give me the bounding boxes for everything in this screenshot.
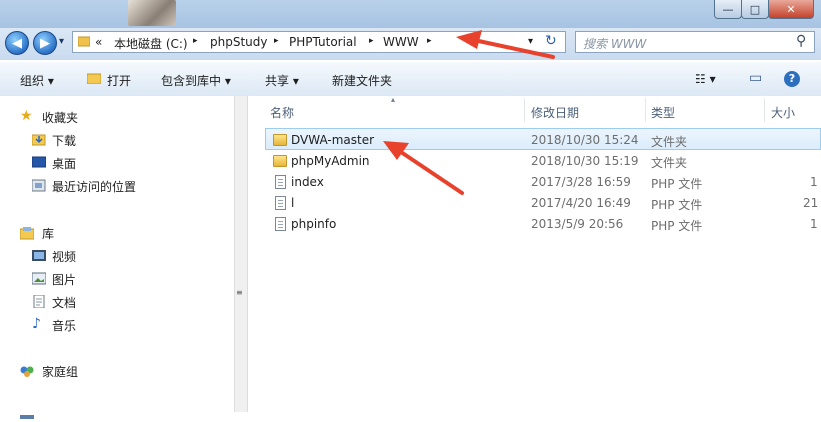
file-type: 文件夹 <box>651 156 688 170</box>
nav-music[interactable]: 音乐 <box>52 317 76 334</box>
nav-videos[interactable]: 视频 <box>52 248 76 265</box>
folder-icon <box>273 134 287 146</box>
nav-documents[interactable]: 文档 <box>52 294 76 311</box>
recent-places-icon <box>31 179 46 192</box>
open-button[interactable]: 打开 <box>107 72 131 89</box>
breadcrumb-separator-icon[interactable]: ▸ <box>274 36 279 46</box>
libraries-icon <box>19 227 35 240</box>
title-bar <box>0 0 821 28</box>
star-icon: ★ <box>20 108 33 124</box>
minimize-button[interactable]: — <box>714 0 742 19</box>
share-button[interactable]: 共享 ▾ <box>265 72 299 89</box>
column-divider[interactable] <box>645 98 646 122</box>
open-icon <box>86 72 102 85</box>
back-button[interactable]: ◀ <box>5 31 29 55</box>
close-button[interactable]: ✕ <box>768 0 814 19</box>
file-date: 2013/5/9 20:56 <box>531 217 624 231</box>
column-header-size[interactable]: 大小 <box>771 104 795 121</box>
search-icon[interactable]: ⚲ <box>796 33 806 49</box>
column-divider[interactable] <box>524 98 525 122</box>
videos-icon <box>32 249 46 262</box>
downloads-icon <box>31 133 46 146</box>
breadcrumb-overflow[interactable]: « <box>95 35 102 49</box>
column-divider[interactable] <box>764 98 765 122</box>
homegroup-icon <box>20 364 34 377</box>
file-name[interactable]: phpMyAdmin <box>291 154 370 168</box>
documents-icon <box>32 294 46 309</box>
search-input[interactable]: 搜索 WWW <box>583 35 646 52</box>
pane-splitter[interactable] <box>234 96 248 412</box>
file-name[interactable]: index <box>291 175 324 189</box>
file-type: 文件夹 <box>651 135 688 149</box>
file-date: 2017/3/28 16:59 <box>531 175 631 189</box>
nav-recent-places[interactable]: 最近访问的位置 <box>52 178 136 195</box>
nav-pictures[interactable]: 图片 <box>52 271 76 288</box>
file-name[interactable]: l <box>291 196 294 210</box>
help-icon[interactable]: ? <box>784 71 800 87</box>
music-icon: ♪ <box>32 316 41 332</box>
php-file-icon <box>275 217 286 231</box>
nav-homegroup[interactable]: 家庭组 <box>42 363 78 380</box>
maximize-button[interactable]: □ <box>741 0 769 19</box>
breadcrumb-phptutorial[interactable]: PHPTutorial <box>289 35 357 49</box>
nav-desktop[interactable]: 桌面 <box>52 155 76 172</box>
view-options-icon[interactable]: ☷ ▾ <box>695 72 716 86</box>
desktop-icon <box>31 156 47 169</box>
file-type: PHP 文件 <box>651 177 703 191</box>
file-name[interactable]: DVWA-master <box>291 133 374 147</box>
include-in-library-button[interactable]: 包含到库中 ▾ <box>161 72 231 89</box>
address-bar[interactable]: « 本地磁盘 (C:) ▸ phpStudy ▸ PHPTutorial ▸ W… <box>72 31 566 53</box>
file-type: PHP 文件 <box>651 219 703 233</box>
folder-icon <box>273 155 287 167</box>
organize-button[interactable]: 组织 ▾ <box>20 72 54 89</box>
column-header-type[interactable]: 类型 <box>651 104 675 121</box>
file-date: 2018/10/30 15:24 <box>531 133 639 147</box>
new-folder-button[interactable]: 新建文件夹 <box>332 72 392 89</box>
refresh-icon[interactable]: ↻ <box>545 33 557 49</box>
sort-ascending-icon: ▴ <box>391 95 396 104</box>
breadcrumb-separator-icon[interactable]: ▸ <box>369 36 374 46</box>
nav-favorites[interactable]: 收藏夹 <box>42 109 78 126</box>
file-date: 2017/4/20 16:49 <box>531 196 631 210</box>
php-file-icon <box>275 196 286 210</box>
file-date: 2018/10/30 15:19 <box>531 154 639 168</box>
navigation-pane: ★ 收藏夹 下载 桌面 最近访问的位置 库 视频 图片 文档 ♪ 音乐 家庭组 <box>0 96 234 419</box>
file-type: PHP 文件 <box>651 198 703 212</box>
php-file-icon <box>275 175 286 189</box>
column-header-modified[interactable]: 修改日期 <box>531 104 579 121</box>
folder-icon <box>77 35 91 47</box>
file-name[interactable]: phpinfo <box>291 217 336 231</box>
nav-downloads[interactable]: 下载 <box>52 132 76 149</box>
avatar <box>128 0 176 26</box>
file-size: 1 <box>810 175 818 189</box>
computer-icon <box>20 408 34 421</box>
preview-pane-icon[interactable]: ▭ <box>749 70 762 86</box>
splitter-grip-icon[interactable]: ≡ <box>236 288 244 297</box>
file-size: 1 <box>810 217 818 231</box>
address-dropdown[interactable]: ▾ <box>528 36 533 47</box>
command-bar: 组织 ▾ 打开 包含到库中 ▾ 共享 ▾ 新建文件夹 ☷ ▾ ▭ ? <box>0 62 821 97</box>
breadcrumb-www[interactable]: WWW <box>383 35 419 49</box>
file-size: 21 <box>803 196 819 210</box>
recent-pages-button[interactable]: ▾ <box>59 36 64 47</box>
breadcrumb-separator-icon[interactable]: ▸ <box>193 36 198 46</box>
breadcrumb-drive[interactable]: 本地磁盘 (C:) <box>114 35 188 52</box>
column-header-name[interactable]: 名称 <box>270 104 294 121</box>
breadcrumb-phpstudy[interactable]: phpStudy <box>210 35 268 49</box>
pictures-icon <box>31 272 47 285</box>
forward-button[interactable]: ▶ <box>33 31 57 55</box>
search-box[interactable]: 搜索 WWW ⚲ <box>575 31 815 53</box>
nav-libraries[interactable]: 库 <box>42 225 54 242</box>
breadcrumb-separator-icon[interactable]: ▸ <box>427 36 432 46</box>
